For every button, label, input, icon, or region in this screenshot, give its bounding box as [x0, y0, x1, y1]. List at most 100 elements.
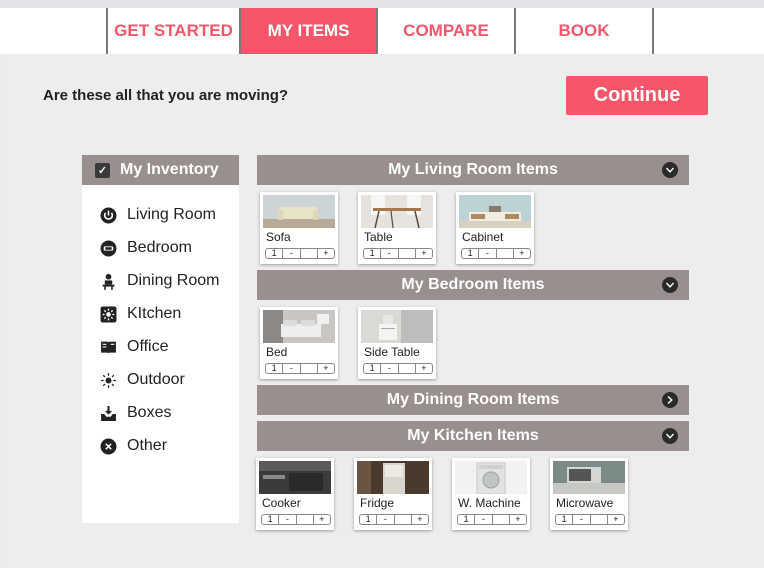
increment-button[interactable]: +: [414, 364, 432, 373]
section-dining-room[interactable]: My Dining Room Items: [257, 385, 689, 415]
increment-button[interactable]: +: [316, 364, 334, 373]
bed-icon: [100, 240, 117, 257]
sidebar-item-label: Other: [127, 437, 168, 454]
page-question: Are these all that you are moving?: [43, 87, 289, 104]
decrement-button[interactable]: -: [282, 249, 299, 258]
item-card-sofa[interactable]: Sofa 1 - +: [260, 192, 338, 264]
inventory-title: My Inventory: [120, 161, 219, 178]
inventory-checkbox[interactable]: ✓: [95, 162, 110, 178]
chevron-down-icon[interactable]: [662, 162, 678, 178]
decrement-button[interactable]: -: [474, 515, 491, 524]
chevron-right-icon[interactable]: [662, 392, 678, 408]
increment-button[interactable]: +: [508, 515, 526, 524]
section-title: My Living Room Items: [388, 161, 558, 178]
quantity-value[interactable]: 1: [364, 249, 380, 258]
cooker-image: [259, 461, 331, 494]
sidebar-item-dining-room[interactable]: Dining Room: [100, 270, 219, 292]
quantity-value[interactable]: 1: [266, 364, 282, 373]
chevron-down-icon[interactable]: [662, 428, 678, 444]
section-title: My Kitchen Items: [407, 427, 539, 444]
kitchen-icon: [100, 306, 117, 323]
tab-book[interactable]: BOOK: [516, 8, 654, 54]
increment-button[interactable]: +: [410, 515, 428, 524]
quantity-stepper: 1 - +: [555, 514, 625, 525]
sidebar-item-label: Living Room: [127, 206, 216, 223]
quantity-stepper: 1 - +: [457, 514, 527, 525]
quantity-value[interactable]: 1: [360, 515, 376, 524]
stepper-spacer: [397, 249, 415, 258]
quantity-value[interactable]: 1: [262, 515, 278, 524]
sidebar-item-kitchen[interactable]: KItchen: [100, 303, 181, 325]
decrement-button[interactable]: -: [380, 364, 397, 373]
inventory-list: Living Room Bedroom Dining Room KItchen …: [82, 185, 239, 523]
box-icon: [100, 405, 117, 422]
table-image: [361, 195, 433, 228]
item-card-side-table[interactable]: Side Table 1 - +: [358, 307, 436, 379]
decrement-button[interactable]: -: [572, 515, 589, 524]
quantity-stepper: 1 - +: [261, 514, 331, 525]
item-name: Bed: [266, 345, 288, 359]
increment-button[interactable]: +: [312, 515, 330, 524]
inventory-header[interactable]: ✓ My Inventory: [82, 155, 239, 185]
side-table-image: [361, 310, 433, 343]
sidebar-item-other[interactable]: Other: [100, 435, 167, 457]
decrement-button[interactable]: -: [380, 249, 397, 258]
item-name: Microwave: [556, 496, 614, 510]
stepper-spacer: [495, 249, 513, 258]
tab-compare[interactable]: COMPARE: [378, 8, 516, 54]
item-card-table[interactable]: Table 1 - +: [358, 192, 436, 264]
item-card-cooker[interactable]: Cooker 1 - +: [256, 458, 334, 530]
power-icon: [100, 207, 117, 224]
sidebar-item-boxes[interactable]: Boxes: [100, 402, 171, 424]
sidebar-item-label: Office: [127, 338, 169, 355]
increment-button[interactable]: +: [606, 515, 624, 524]
quantity-stepper: 1 - +: [265, 248, 335, 259]
chevron-down-icon[interactable]: [662, 277, 678, 293]
microwave-image: [553, 461, 625, 494]
washing-machine-image: [455, 461, 527, 494]
section-title: My Dining Room Items: [386, 391, 560, 408]
sun-icon: [100, 372, 117, 389]
sidebar-item-bedroom[interactable]: Bedroom: [100, 237, 192, 259]
item-card-washing-machine[interactable]: W. Machine 1 - +: [452, 458, 530, 530]
increment-button[interactable]: +: [512, 249, 530, 258]
sidebar-item-label: Bedroom: [127, 239, 192, 256]
stepper-spacer: [491, 515, 509, 524]
sidebar-item-label: Dining Room: [127, 272, 220, 289]
quantity-value[interactable]: 1: [266, 249, 282, 258]
item-card-bed[interactable]: Bed 1 - +: [260, 307, 338, 379]
quantity-value[interactable]: 1: [556, 515, 572, 524]
fridge-image: [357, 461, 429, 494]
sidebar-item-label: Outdoor: [127, 371, 185, 388]
section-living-room[interactable]: My Living Room Items: [257, 155, 689, 185]
decrement-button[interactable]: -: [376, 515, 393, 524]
item-name: Cabinet: [462, 230, 504, 244]
section-kitchen[interactable]: My Kitchen Items: [257, 421, 689, 451]
cabinet-image: [459, 195, 531, 228]
item-name: Side Table: [364, 345, 420, 359]
item-card-microwave[interactable]: Microwave 1 - +: [550, 458, 628, 530]
continue-button[interactable]: Continue: [566, 76, 708, 115]
decrement-button[interactable]: -: [478, 249, 495, 258]
quantity-stepper: 1 - +: [359, 514, 429, 525]
dining-icon: [100, 273, 117, 290]
item-card-cabinet[interactable]: Cabinet 1 - +: [456, 192, 534, 264]
section-title: My Bedroom Items: [401, 276, 545, 293]
tab-my-items[interactable]: MY ITEMS: [241, 8, 378, 54]
item-card-fridge[interactable]: Fridge 1 - +: [354, 458, 432, 530]
quantity-value[interactable]: 1: [462, 249, 478, 258]
quantity-value[interactable]: 1: [458, 515, 474, 524]
sidebar-item-outdoor[interactable]: Outdoor: [100, 369, 185, 391]
decrement-button[interactable]: -: [278, 515, 295, 524]
tab-get-started[interactable]: GET STARTED: [106, 8, 241, 54]
bed-image: [263, 310, 335, 343]
section-bedroom[interactable]: My Bedroom Items: [257, 270, 689, 300]
sidebar-item-office[interactable]: Office: [100, 336, 169, 358]
decrement-button[interactable]: -: [282, 364, 299, 373]
item-name: Table: [364, 230, 393, 244]
quantity-stepper: 1 - +: [363, 248, 433, 259]
sidebar-item-living-room[interactable]: Living Room: [100, 204, 216, 226]
increment-button[interactable]: +: [414, 249, 432, 258]
quantity-value[interactable]: 1: [364, 364, 380, 373]
increment-button[interactable]: +: [316, 249, 334, 258]
